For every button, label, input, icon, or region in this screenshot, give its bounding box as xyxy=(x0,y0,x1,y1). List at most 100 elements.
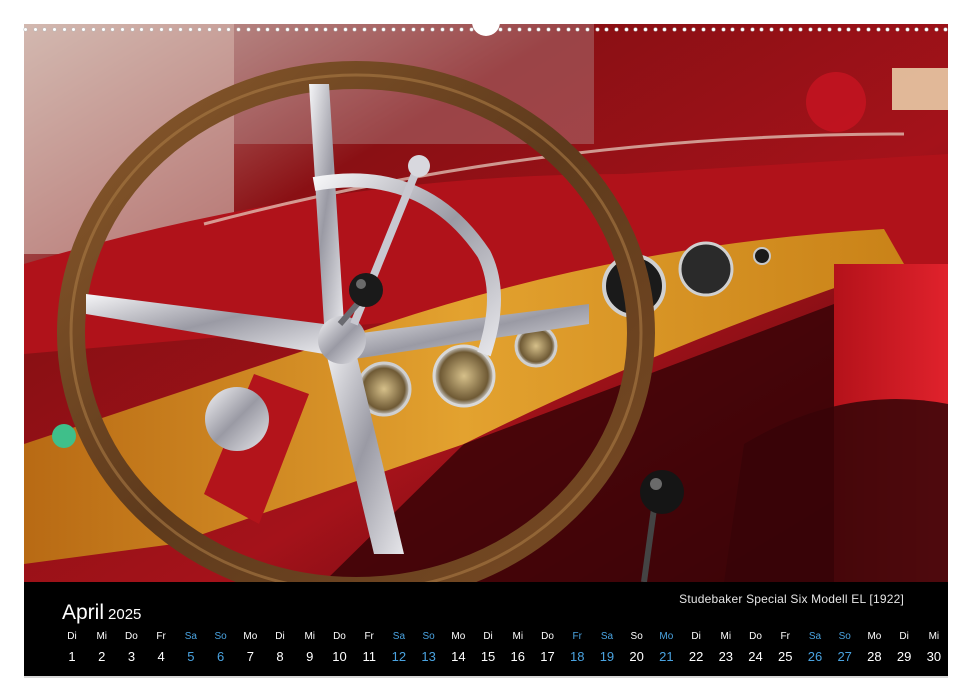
binding-hole xyxy=(363,27,367,31)
date-number: 10 xyxy=(332,649,347,664)
binding-hole xyxy=(605,27,609,31)
weekday-label: So xyxy=(214,631,227,642)
binding-hole xyxy=(537,27,541,31)
binding-hole xyxy=(905,27,909,31)
weekday-label: Sa xyxy=(184,631,197,642)
binding-hole xyxy=(256,27,260,31)
binding-hole xyxy=(653,27,657,31)
binding-hole xyxy=(43,27,47,31)
binding-hole xyxy=(53,27,57,31)
date-number: 20 xyxy=(629,649,644,664)
binding-hole xyxy=(198,27,202,31)
binding-hole xyxy=(818,27,822,31)
binding-hole xyxy=(556,27,560,31)
binding-hole xyxy=(682,27,686,31)
weekday-label: Mo xyxy=(659,631,674,642)
binding-hole xyxy=(72,27,76,31)
date-number: 16 xyxy=(510,649,526,664)
weekday-label: Sa xyxy=(808,631,822,642)
binding-hole xyxy=(82,27,86,31)
month-name: April xyxy=(62,601,105,624)
weekday-label: Di xyxy=(899,631,909,642)
binding-hole xyxy=(33,27,37,31)
binding-hole xyxy=(430,27,434,31)
weekday-label: So xyxy=(838,631,851,642)
date-number: 7 xyxy=(246,649,254,664)
binding-hole xyxy=(711,27,715,31)
day-cell: Fr 11 xyxy=(355,630,383,670)
binding-hole xyxy=(343,27,347,31)
date-number: 26 xyxy=(807,649,823,664)
binding-hole xyxy=(469,27,473,31)
binding-hole xyxy=(508,27,512,31)
binding-hole xyxy=(934,27,938,31)
binding-hole xyxy=(624,27,628,31)
date-number: 22 xyxy=(688,649,704,664)
weekday-label: Mo xyxy=(451,631,466,642)
binding-hole xyxy=(401,27,405,31)
binding-hole xyxy=(169,27,173,31)
binding-hole xyxy=(721,27,725,31)
days-grid: Di 1 Mi 2 Do 3 Fr 4 Sa 5 So 6 Mo 7 Di 8 Mi 9 Do 10 Fr 11 Sa 12 S… xyxy=(58,630,948,670)
binding-hole xyxy=(140,27,144,31)
binding-hole xyxy=(692,27,696,31)
day-cell: Mi 16 xyxy=(504,630,532,670)
weekday-label: Do xyxy=(125,631,138,642)
day-cell: Mi 23 xyxy=(712,630,740,670)
binding-hole xyxy=(246,27,250,31)
date-number: 23 xyxy=(718,649,734,664)
date-number: 12 xyxy=(391,649,407,664)
date-number: 3 xyxy=(127,649,136,664)
weekday-label: Di xyxy=(483,631,493,642)
binding-hole xyxy=(663,27,667,31)
binding-hole xyxy=(353,27,357,31)
day-cell: Mi 9 xyxy=(296,630,324,670)
binding-hole xyxy=(644,27,647,31)
weekday-label: Di xyxy=(275,631,285,642)
weekday-label: Fr xyxy=(572,631,582,642)
weekday-label: Mi xyxy=(512,631,524,642)
binding-hole xyxy=(895,27,899,31)
date-number: 13 xyxy=(421,649,436,664)
binding-hole xyxy=(227,27,231,31)
binding-hole xyxy=(576,27,580,31)
binding-hole xyxy=(188,27,192,31)
binding-hole xyxy=(382,27,386,31)
weekday-label: Mi xyxy=(96,631,107,642)
day-cell: So 20 xyxy=(623,630,651,670)
day-cell: Mo 28 xyxy=(860,630,888,670)
binding-hole xyxy=(392,27,396,31)
binding-hole xyxy=(62,27,66,31)
bottom-shadow xyxy=(24,676,948,678)
day-cell: Do 17 xyxy=(534,630,562,670)
binding-hole xyxy=(847,27,851,31)
binding-hole xyxy=(101,27,105,31)
day-cell: Do 3 xyxy=(117,630,145,670)
date-number: 17 xyxy=(540,649,555,664)
day-cell: Mi 30 xyxy=(920,630,948,670)
binding-hole xyxy=(295,27,299,31)
binding-hole xyxy=(421,27,425,31)
binding-hole xyxy=(324,27,328,31)
binding-hole xyxy=(566,27,570,31)
day-cell: Di 8 xyxy=(266,630,294,670)
date-number: 14 xyxy=(451,649,466,664)
binding-hole xyxy=(527,27,531,31)
date-number: 11 xyxy=(362,649,376,664)
weekday-label: Do xyxy=(541,631,554,642)
binding-hole xyxy=(760,27,764,31)
binding-hole xyxy=(702,27,706,31)
binding-hole xyxy=(547,27,551,31)
year-label: 2025 xyxy=(108,606,142,623)
day-cell: Mo 7 xyxy=(236,630,264,670)
binding-hole xyxy=(237,27,241,31)
date-number: 29 xyxy=(896,649,912,664)
day-cell: Mi 2 xyxy=(88,630,116,670)
day-cell: Do 10 xyxy=(325,630,353,670)
binding-hole xyxy=(750,27,754,31)
binding-hole xyxy=(789,27,793,31)
weekday-label: Di xyxy=(691,631,701,642)
day-cell: Sa 12 xyxy=(385,630,413,670)
binding-hole xyxy=(111,27,115,31)
binding-hole xyxy=(837,27,841,31)
